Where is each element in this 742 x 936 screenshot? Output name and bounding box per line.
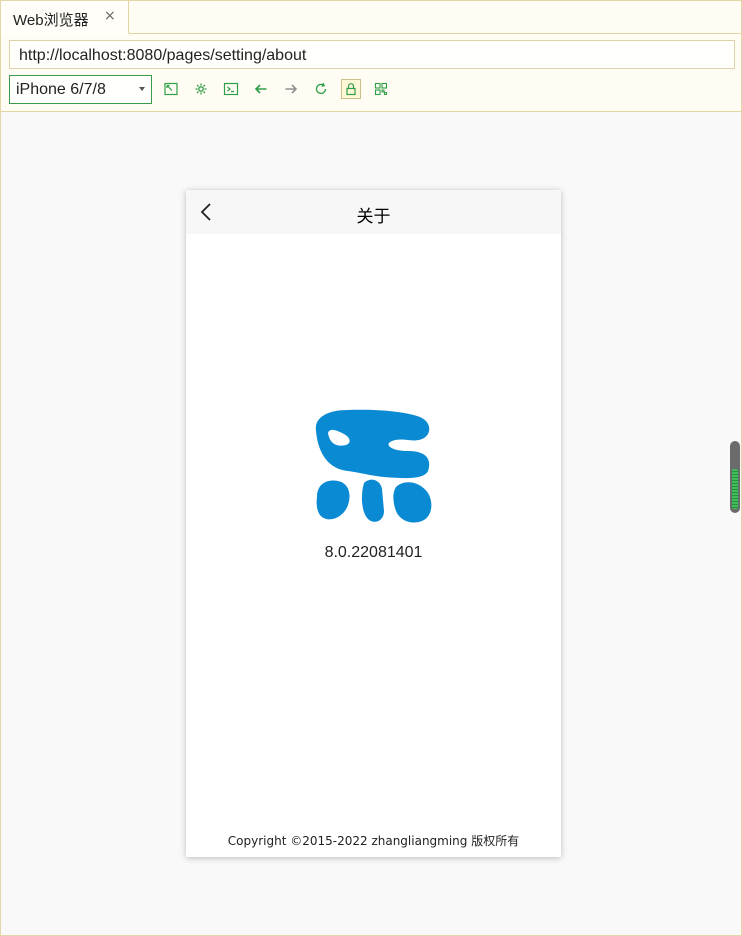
tab-web-browser[interactable]: Web浏览器 × — [1, 1, 129, 34]
nav-bar: 关于 — [186, 190, 561, 234]
address-bar[interactable]: http://localhost:8080/pages/setting/abou… — [9, 40, 735, 69]
back-arrow-icon[interactable] — [251, 79, 271, 99]
qrcode-icon[interactable] — [371, 79, 391, 99]
device-select[interactable]: iPhone 6/7/8 — [9, 75, 152, 104]
screenshot-icon[interactable] — [161, 79, 181, 99]
phone-viewport: 关于 8.0.22081401 Copyright ©2015-2022 zha… — [186, 190, 561, 857]
tabstrip-divider — [129, 33, 741, 34]
lock-icon[interactable] — [341, 79, 361, 99]
forward-arrow-icon[interactable] — [281, 79, 301, 99]
app-logo — [315, 409, 432, 523]
device-select-value: iPhone 6/7/8 — [16, 81, 106, 98]
tab-close-icon[interactable]: × — [104, 8, 116, 24]
copyright-text: Copyright ©2015-2022 zhangliangming 版权所有 — [227, 834, 520, 848]
console-icon[interactable] — [221, 79, 241, 99]
reload-icon[interactable] — [311, 79, 331, 99]
page-title: 关于 — [356, 207, 391, 227]
vertical-scrollbar[interactable] — [730, 441, 740, 513]
scrollbar-thumb[interactable] — [732, 469, 738, 509]
tab-label: Web浏览器 — [13, 12, 89, 29]
chevron-down-icon — [139, 87, 145, 91]
app-version: 8.0.22081401 — [324, 544, 423, 561]
browser-window: Web浏览器 × http://localhost:8080/pages/set… — [0, 0, 742, 936]
settings-gear-icon[interactable] — [191, 79, 211, 99]
browser-chrome: Web浏览器 × http://localhost:8080/pages/set… — [1, 1, 741, 112]
